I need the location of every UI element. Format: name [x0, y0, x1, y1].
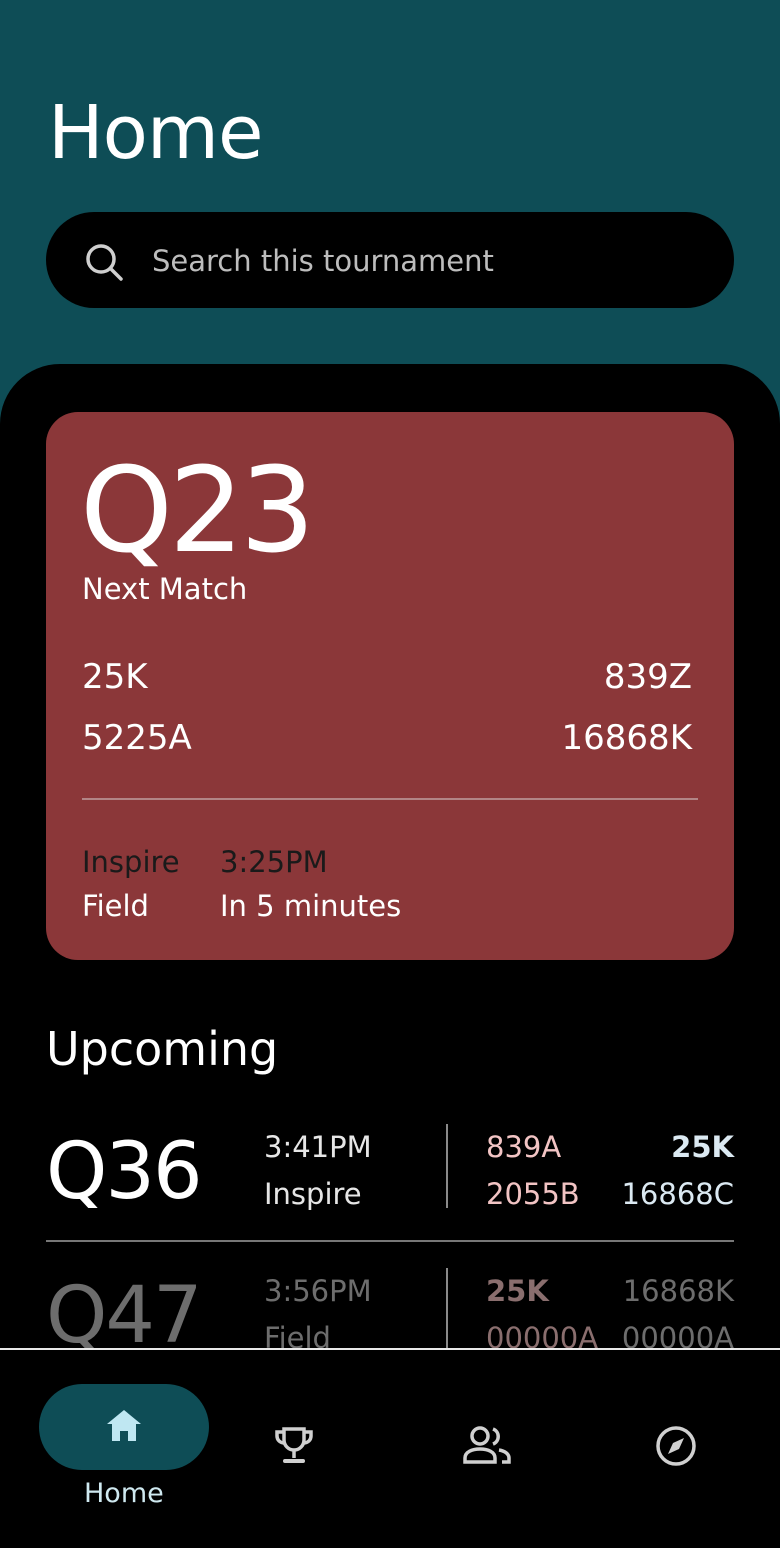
search-icon — [86, 244, 123, 281]
row-vertical-divider — [446, 1268, 448, 1352]
match-time: 3:25PM In 5 minutes — [220, 840, 401, 928]
team-red-2: 2055B — [486, 1177, 580, 1211]
team-left-2: 5225A — [82, 718, 192, 758]
time-line-2: In 5 minutes — [220, 889, 402, 923]
time-line-1: 3:25PM — [220, 845, 328, 879]
team-red-1: 839A — [486, 1130, 562, 1164]
field-line-2: Field — [82, 889, 149, 923]
row-vertical-divider — [446, 1124, 448, 1208]
match-time-field: 3:41PM Inspire — [264, 1124, 372, 1218]
next-match-code: Q23 — [80, 441, 315, 579]
nav-home-label[interactable]: Home — [84, 1478, 164, 1509]
card-divider — [82, 798, 698, 800]
home-icon — [107, 1410, 141, 1441]
team-right-2: 16868K — [561, 718, 692, 758]
team-left-1: 25K — [82, 657, 148, 697]
compass-icon[interactable] — [654, 1424, 698, 1468]
match-time: 3:56PM — [264, 1274, 372, 1308]
field-name: Inspire Field — [82, 840, 180, 928]
search-input[interactable] — [152, 236, 712, 286]
bottom-nav: Home — [0, 1348, 780, 1548]
team-blue-1: 16868K — [622, 1274, 734, 1308]
field-line-1: Inspire — [82, 845, 180, 879]
team-blue-1: 25K — [671, 1130, 734, 1164]
team-right-1: 839Z — [603, 657, 692, 697]
upcoming-title: Upcoming — [46, 1022, 279, 1076]
next-match-label: Next Match — [82, 572, 248, 606]
match-field: Inspire — [264, 1177, 362, 1211]
match-code: Q36 — [46, 1127, 203, 1217]
people-icon[interactable] — [462, 1424, 512, 1468]
team-red-1: 25K — [486, 1274, 549, 1308]
page-title: Home — [48, 90, 264, 176]
next-match-card[interactable]: Q23 Next Match 25K 5225A 839Z 16868K Ins… — [46, 412, 734, 960]
trophy-icon[interactable] — [272, 1424, 316, 1468]
match-time: 3:41PM — [264, 1130, 372, 1164]
match-row[interactable]: Q36 3:41PM Inspire 839A 25K 2055B 16868C — [46, 1124, 734, 1220]
row-divider — [46, 1240, 734, 1242]
team-blue-2: 16868C — [621, 1177, 734, 1211]
